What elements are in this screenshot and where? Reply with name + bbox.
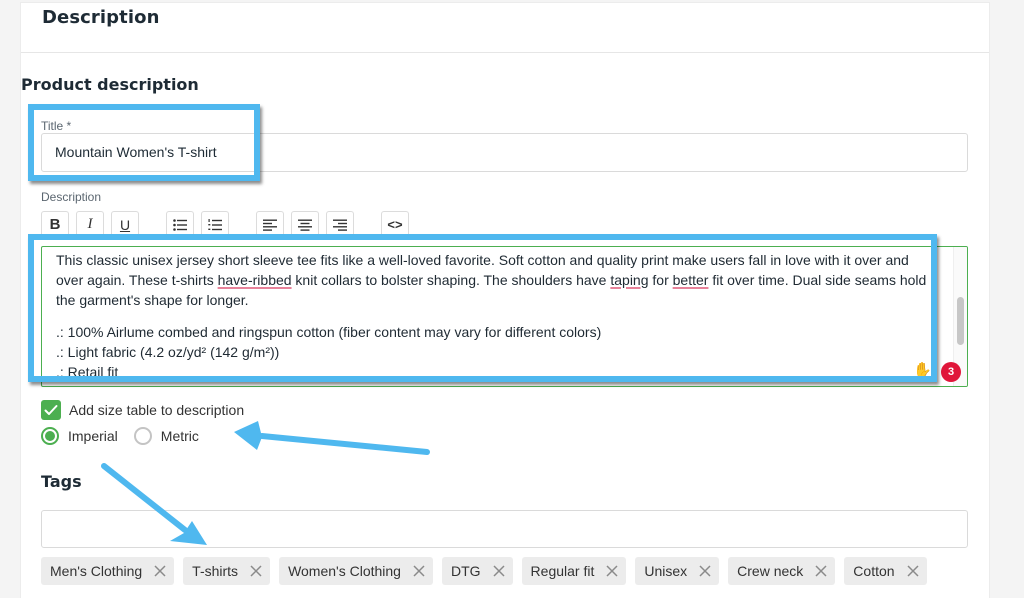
feature-line: .: 100% Airlume combed and ringspun cott… — [56, 324, 602, 340]
align-center-button[interactable] — [291, 211, 319, 237]
bulleted-list-icon — [173, 218, 187, 231]
bold-button[interactable]: B — [41, 211, 69, 237]
card-header: Description — [21, 3, 989, 53]
feature-line: .: Retail fit — [56, 364, 119, 380]
tags-input[interactable] — [41, 510, 968, 548]
tag-chip: Men's Clothing — [41, 557, 175, 585]
tag-label: Unisex — [644, 563, 688, 579]
description-editor[interactable]: This classic unisex jersey short sleeve … — [41, 246, 968, 387]
editor-scrollbar-thumb[interactable] — [957, 296, 964, 345]
description-label: Description — [41, 190, 102, 204]
remove-tag-icon[interactable] — [154, 565, 166, 577]
checkmark-icon — [44, 405, 58, 415]
tag-chip: Cotton — [844, 557, 927, 585]
unit-radio-group: Imperial Metric — [41, 427, 199, 445]
product-description-heading: Product description — [21, 75, 199, 94]
misspelled-word[interactable]: have-ribbed — [218, 272, 292, 288]
remove-tag-icon[interactable] — [606, 565, 618, 577]
code-icon: <> — [387, 217, 403, 232]
italic-button[interactable]: I — [76, 211, 104, 237]
underline-button[interactable]: U — [111, 211, 139, 237]
source-code-button[interactable]: <> — [381, 211, 409, 237]
metric-radio[interactable] — [133, 427, 152, 445]
imperial-label[interactable]: Imperial — [68, 428, 118, 444]
align-left-icon — [263, 219, 277, 231]
underline-icon: U — [119, 216, 131, 233]
italic-icon: I — [87, 216, 93, 232]
size-table-checkbox[interactable] — [41, 400, 61, 420]
remove-tag-icon[interactable] — [699, 565, 711, 577]
tag-chip: DTG — [441, 557, 513, 585]
remove-tag-icon[interactable] — [413, 565, 425, 577]
tag-label: Regular fit — [530, 563, 595, 579]
tag-chip: Unisex — [635, 557, 720, 585]
paragraph-text: for — [648, 272, 673, 288]
align-right-button[interactable] — [326, 211, 354, 237]
title-input[interactable]: Mountain Women's T-shirt — [41, 133, 968, 172]
metric-label[interactable]: Metric — [161, 428, 199, 444]
align-center-icon — [298, 219, 312, 231]
tag-list: Men's Clothing T-shirts Women's Clothing… — [41, 557, 936, 585]
paragraph-text: knit collars to bolster shaping. The sho… — [291, 272, 611, 288]
align-left-button[interactable] — [256, 211, 284, 237]
tag-label: Cotton — [853, 563, 895, 579]
error-count-badge[interactable]: 3 — [941, 362, 961, 382]
bulleted-list-button[interactable] — [166, 211, 194, 237]
align-right-icon — [333, 219, 347, 231]
numbered-list-button[interactable] — [201, 211, 229, 237]
remove-tag-icon[interactable] — [907, 565, 919, 577]
remove-tag-icon[interactable] — [815, 565, 827, 577]
remove-tag-icon[interactable] — [250, 565, 262, 577]
tag-label: Women's Clothing — [288, 563, 401, 579]
tag-label: T-shirts — [192, 563, 239, 579]
misspelled-word[interactable]: taping — [610, 272, 648, 288]
size-table-checkbox-row[interactable]: Add size table to description — [41, 400, 244, 420]
grammar-hand-icon[interactable]: ✋ — [913, 361, 932, 379]
tag-chip: Women's Clothing — [279, 557, 433, 585]
tag-chip: Regular fit — [521, 557, 627, 585]
tag-chip: Crew neck — [728, 557, 836, 585]
tags-heading: Tags — [41, 472, 82, 491]
tag-label: Men's Clothing — [50, 563, 143, 579]
description-paragraph: This classic unisex jersey short sleeve … — [56, 250, 936, 310]
imperial-radio[interactable] — [41, 427, 59, 445]
misspelled-word[interactable]: better — [673, 272, 709, 288]
size-table-label: Add size table to description — [69, 402, 245, 418]
description-content[interactable]: This classic unisex jersey short sleeve … — [56, 250, 936, 382]
tag-chip: T-shirts — [183, 557, 271, 585]
feature-line: .: Light fabric (4.2 oz/yd² (142 g/m²)) — [56, 344, 280, 360]
card-title: Description — [42, 7, 160, 28]
title-label: Title * — [41, 119, 72, 133]
bold-icon: B — [49, 216, 61, 233]
tag-label: DTG — [450, 563, 481, 579]
tag-label: Crew neck — [737, 563, 804, 579]
remove-tag-icon[interactable] — [493, 565, 505, 577]
numbered-list-icon — [208, 218, 222, 230]
